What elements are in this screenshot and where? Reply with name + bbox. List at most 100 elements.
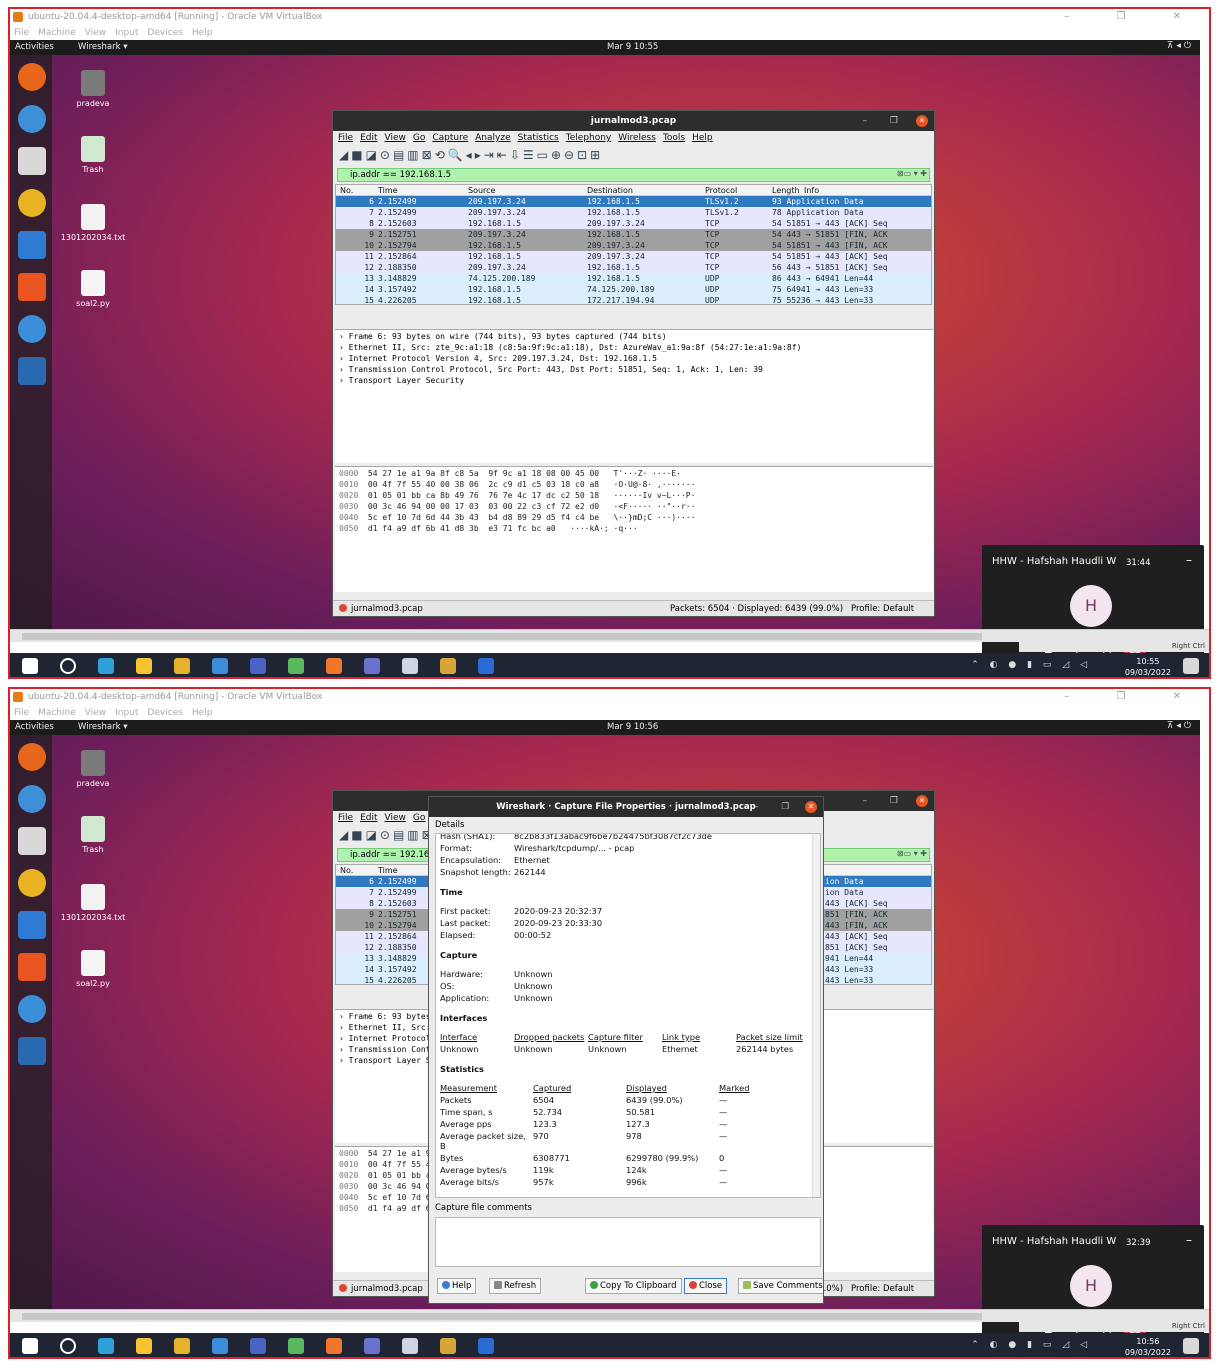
window-controls[interactable]: – ❐ ✕ (1064, 691, 1203, 702)
app-menu[interactable]: Wireshark ▾ (78, 722, 128, 732)
column-destination[interactable]: Destination (587, 185, 697, 196)
files-icon[interactable] (18, 827, 46, 855)
menu-statistics[interactable]: Statistics (518, 133, 559, 143)
word-icon[interactable] (478, 658, 494, 674)
network-app-icon[interactable] (402, 658, 418, 674)
word-icon[interactable] (478, 1338, 494, 1354)
detail-row[interactable]: › Ethernet II, Src: zte_9c:a1:18 (c8:5a:… (339, 343, 929, 354)
edge-icon[interactable] (98, 1338, 114, 1354)
desktop-icon-home[interactable]: pradeva (58, 70, 128, 108)
windows-start-icon[interactable] (22, 658, 38, 674)
store-icon[interactable] (174, 658, 190, 674)
desktop-icon-py[interactable]: soal2.py (58, 950, 128, 988)
detail-row[interactable]: › Frame 6: 93 bytes on wire (744 bits), … (339, 332, 929, 343)
explorer-icon[interactable] (136, 1338, 152, 1354)
files-icon[interactable] (18, 147, 46, 175)
menu-view[interactable]: View (85, 28, 106, 38)
writer-icon[interactable] (18, 231, 46, 259)
capture-status-icon[interactable] (339, 604, 347, 612)
teams-icon[interactable] (364, 1338, 380, 1354)
wireshark-dock-icon[interactable] (18, 1037, 46, 1065)
activities-button[interactable]: Activities (15, 42, 54, 52)
scrollbar-thumb[interactable] (22, 1313, 982, 1320)
rhythmbox-icon[interactable] (18, 869, 46, 897)
main-toolbar[interactable]: ◢■◪⊙▤▥⊠⟲🔍◂▸⇥⇤⇩☰▭⊕⊖⊡⊞ (333, 146, 934, 166)
wireshark-dock-icon[interactable] (18, 357, 46, 385)
menu-go[interactable]: Go (413, 813, 425, 823)
desktop-icon-txt[interactable]: 1301202034.txt (58, 204, 128, 242)
menu-view[interactable]: View (385, 813, 406, 823)
system-tray-icons[interactable]: ⊼◂⏻ (1167, 721, 1194, 731)
topbar-clock[interactable]: Mar 9 10:56 (607, 722, 658, 732)
search-icon[interactable] (60, 658, 76, 674)
status-profile[interactable]: Profile: Default (851, 1284, 914, 1294)
horizontal-scrollbar[interactable] (10, 629, 1209, 642)
menu-help[interactable]: Help (692, 133, 713, 143)
packet-row[interactable]: 9 2.152751 209.197.3.24 192.168.1.5 TCP 54 44… (336, 229, 931, 240)
desktop-icon-home[interactable]: pradeva (58, 750, 128, 788)
menu-help[interactable]: Help (192, 708, 213, 718)
column-info[interactable]: Info (804, 185, 819, 196)
windows-start-icon[interactable] (22, 1338, 38, 1354)
filter-buttons[interactable]: ⊠▭ ▾ ✚ (897, 169, 927, 178)
packet-details[interactable]: › Frame 6: 93 bytes on wire (744 bits), … (335, 329, 933, 463)
firefox-taskbar-icon[interactable] (326, 1338, 342, 1354)
packet-row[interactable]: 13 3.148829 74.125.200.189 192.168.1.5 UDP 86… (336, 273, 931, 284)
packet-row[interactable]: 15 4.226205 192.168.1.5 172.217.194.94 UDP 75… (336, 295, 931, 304)
store-icon[interactable] (174, 1338, 190, 1354)
menu-edit[interactable]: Edit (360, 133, 377, 143)
firefox-icon[interactable] (18, 63, 46, 91)
close-icon[interactable]: ✕ (916, 115, 928, 127)
detail-row[interactable]: › Transport Layer Security (339, 376, 929, 387)
thunderbird-icon[interactable] (18, 105, 46, 133)
topbar-clock[interactable]: Mar 9 10:55 (607, 42, 658, 52)
close-icon[interactable]: ✕ (916, 795, 928, 807)
packet-row[interactable]: 6 2.152499 209.197.3.24 192.168.1.5 TLSv1.2 9… (336, 196, 931, 207)
menu-file[interactable]: File (14, 708, 29, 718)
column-protocol[interactable]: Protocol (705, 185, 750, 196)
edge-icon[interactable] (98, 658, 114, 674)
menu-view[interactable]: View (85, 708, 106, 718)
mail-icon[interactable] (212, 658, 228, 674)
app-icon[interactable] (250, 1338, 266, 1354)
desktop-icon-trash[interactable]: Trash (58, 816, 128, 854)
menu-capture[interactable]: Capture (432, 133, 468, 143)
minimize-icon[interactable]: – (1186, 553, 1192, 567)
firefox-icon[interactable] (18, 743, 46, 771)
copy-button[interactable]: Copy To Clipboard (585, 1278, 682, 1294)
menu-machine[interactable]: Machine (38, 708, 76, 718)
close-button[interactable]: Close (684, 1278, 728, 1294)
menu-tools[interactable]: Tools (663, 133, 685, 143)
refresh-button[interactable]: Refresh (489, 1278, 542, 1294)
taskbar-clock[interactable]: 10:55 09/03/2022 (1125, 656, 1171, 677)
rhythmbox-icon[interactable] (18, 189, 46, 217)
menu-go[interactable]: Go (413, 133, 425, 143)
column-time[interactable]: Time (378, 185, 438, 196)
details-scrollbar[interactable] (812, 834, 820, 1197)
packet-row[interactable]: 8 2.152603 192.168.1.5 209.197.3.24 TCP 54 51… (336, 218, 931, 229)
window-controls[interactable]: – ❐ (863, 791, 908, 811)
notification-icon[interactable] (1183, 1338, 1199, 1354)
mail-icon[interactable] (212, 1338, 228, 1354)
desktop-icon-py[interactable]: soal2.py (58, 270, 128, 308)
packet-row[interactable]: 10 2.152794 192.168.1.5 209.197.3.24 TCP 54 5… (336, 240, 931, 251)
save-comments-button[interactable]: Save Comments (738, 1278, 823, 1294)
packet-row[interactable]: 12 2.188350 209.197.3.24 192.168.1.5 TCP 56 4… (336, 262, 931, 273)
help-icon[interactable] (18, 995, 46, 1023)
whatsapp-icon[interactable] (288, 658, 304, 674)
teams-icon[interactable] (364, 658, 380, 674)
close-icon[interactable]: ✕ (805, 801, 817, 813)
menu-telephony[interactable]: Telephony (566, 133, 612, 143)
packet-row[interactable]: 7 2.152499 209.197.3.24 192.168.1.5 TLSv1.2 7… (336, 207, 931, 218)
virtualbox-taskbar-icon[interactable] (440, 658, 456, 674)
capture-status-icon[interactable] (339, 1284, 347, 1292)
menu-input[interactable]: Input (115, 28, 138, 38)
window-controls[interactable]: – ❐ (754, 797, 799, 817)
tray-icons[interactable]: ⌃ ◐ ● ▮ ▭ ◿ ◁ (971, 1340, 1091, 1350)
firefox-taskbar-icon[interactable] (326, 658, 342, 674)
column-source[interactable]: Source (468, 185, 578, 196)
menu-devices[interactable]: Devices (147, 28, 182, 38)
capture-comments-input[interactable] (435, 1217, 821, 1267)
scrollbar-thumb[interactable] (22, 633, 982, 640)
app-menu[interactable]: Wireshark ▾ (78, 42, 128, 52)
